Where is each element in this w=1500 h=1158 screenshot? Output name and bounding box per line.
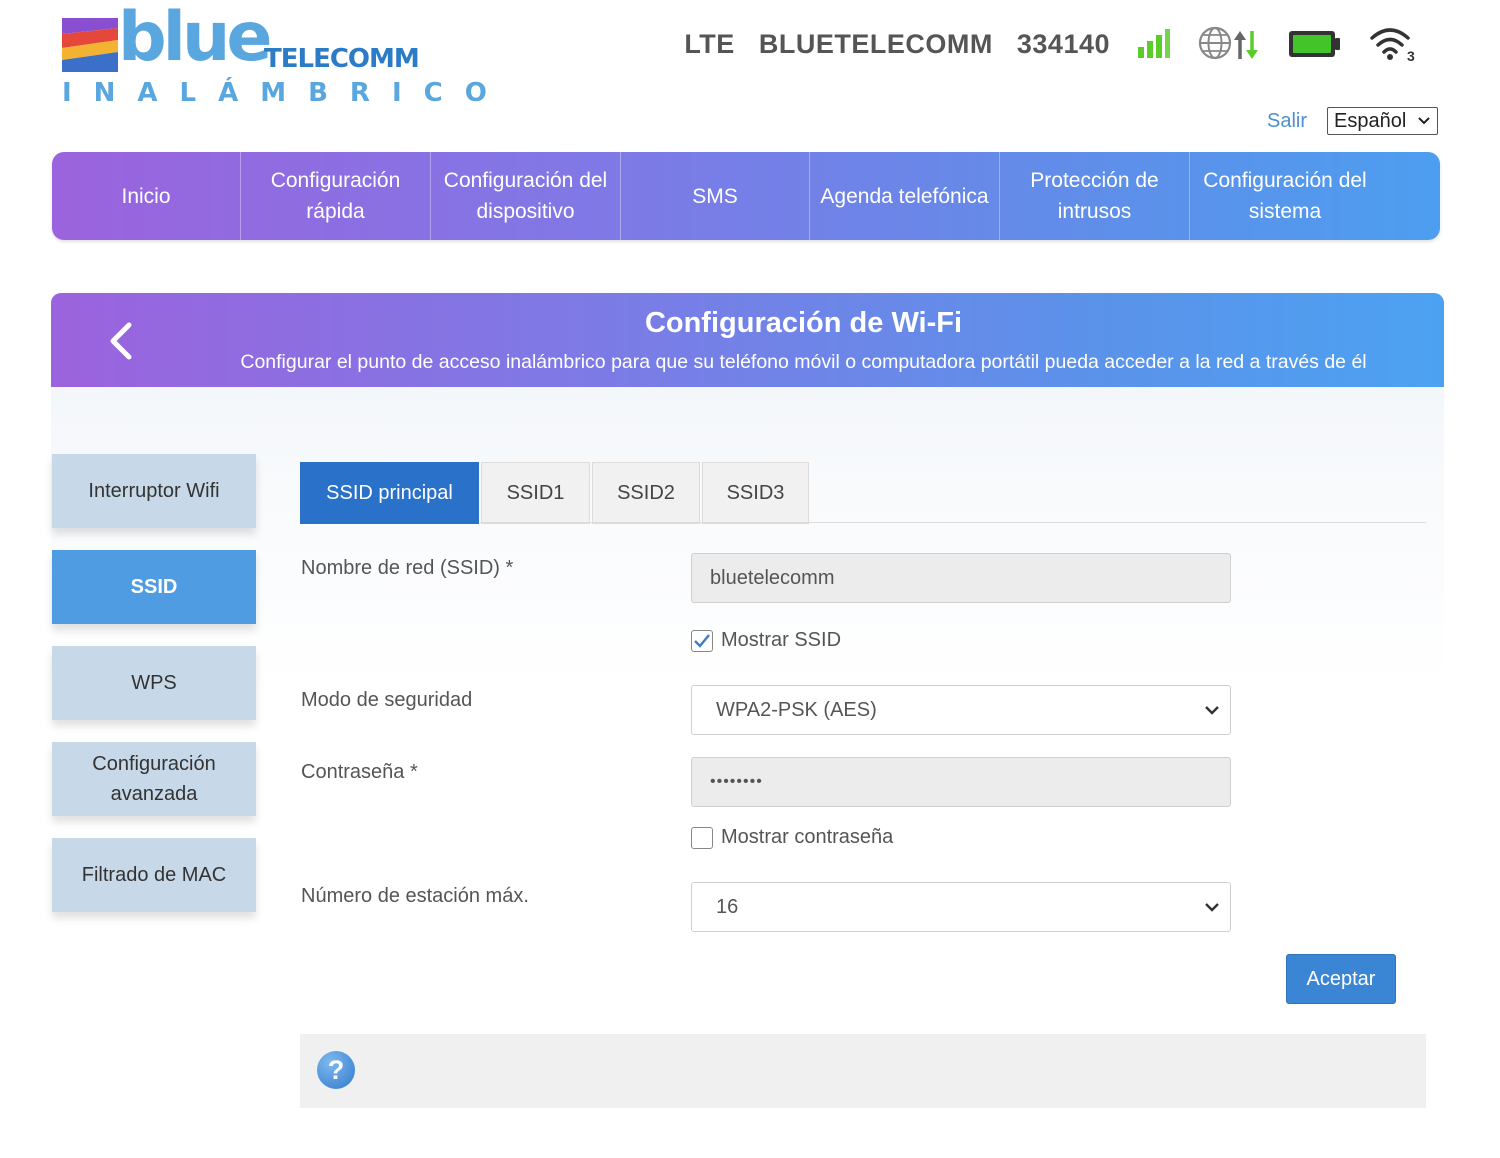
side-item-mac-filter[interactable]: Filtrado de MAC (52, 838, 256, 912)
signal-bars-icon (1136, 29, 1170, 59)
logo-tagline: INALÁMBRICO (62, 78, 509, 108)
ssid-field[interactable] (691, 553, 1231, 603)
ssid-input[interactable] (710, 566, 1230, 590)
security-mode-value: WPA2-PSK (AES) (716, 698, 877, 721)
chevron-down-icon (1418, 117, 1430, 125)
tab-ssid2[interactable]: SSID2 (592, 462, 700, 524)
top-links: Salir Español (1267, 107, 1438, 135)
nav-item-phonebook[interactable]: Agenda telefónica (810, 152, 1000, 240)
checkmark-icon (694, 633, 710, 648)
password-value: •••••••• (710, 773, 763, 790)
tab-ssid-main[interactable]: SSID principal (300, 462, 479, 524)
accept-button[interactable]: Aceptar (1286, 954, 1396, 1004)
carrier-info: LTE BLUETELECOMM 334140 (684, 29, 1110, 60)
show-ssid-checkbox[interactable] (691, 629, 713, 652)
side-item-wifi-switch[interactable]: Interruptor Wifi (52, 454, 256, 528)
battery-icon (1288, 29, 1342, 59)
operator-code: 334140 (1016, 28, 1110, 59)
page-subtitle: Configurar el punto de acceso inalámbric… (240, 351, 1367, 373)
main-nav: Inicio Configuración rápida Configuració… (52, 152, 1440, 240)
ssid-tabs: SSID principal SSID1 SSID2 SSID3 (300, 462, 811, 524)
max-station-select[interactable]: 16 (691, 882, 1231, 932)
password-field[interactable]: •••••••• (691, 757, 1231, 807)
show-ssid-row: Mostrar SSID (691, 629, 841, 652)
wifi-icon: 3 (1370, 26, 1416, 62)
page-title: Configuración de Wi-Fi (644, 307, 963, 339)
show-ssid-label: Mostrar SSID (721, 629, 842, 651)
password-label: Contraseña * (301, 761, 418, 783)
logo-telecomm: TELECOMM (264, 44, 420, 74)
operator-name: BLUETELECOMM (758, 28, 993, 59)
nav-item-intrusion-protection[interactable]: Protección de intrusos (1000, 152, 1190, 240)
logo-word: blue (118, 0, 273, 77)
tab-ssid3[interactable]: SSID3 (702, 462, 809, 524)
status-bar: LTE BLUETELECOMM 334140 3 (684, 24, 1416, 64)
page-banner: Configuración de Wi-Fi Configurar el pun… (51, 293, 1444, 387)
max-station-value: 16 (716, 895, 739, 918)
help-panel: ? (300, 1034, 1426, 1108)
logout-link[interactable]: Salir (1267, 110, 1307, 133)
logo-mark-icon (62, 18, 118, 72)
brand-logo: blue TELECOMM INALÁMBRICO (62, 4, 487, 114)
max-station-label: Número de estación máx. (301, 885, 529, 907)
help-icon[interactable]: ? (317, 1051, 355, 1089)
network-type: LTE (684, 28, 735, 59)
show-password-label: Mostrar contraseña (721, 826, 894, 848)
language-value: Español (1334, 109, 1407, 132)
nav-item-system-settings[interactable]: Configuración del sistema (1190, 152, 1380, 240)
globe-data-icon (1198, 26, 1260, 62)
chevron-down-icon (1205, 903, 1219, 912)
side-item-wps[interactable]: WPS (52, 646, 256, 720)
security-mode-label: Modo de seguridad (301, 689, 473, 711)
show-password-row: Mostrar contraseña (691, 826, 893, 849)
language-select[interactable]: Español (1327, 107, 1438, 135)
tabs-divider (480, 522, 1426, 523)
chevron-down-icon (1205, 706, 1219, 715)
nav-item-sms[interactable]: SMS (621, 152, 810, 240)
nav-item-device-settings[interactable]: Configuración del dispositivo (431, 152, 621, 240)
ssid-label: Nombre de red (SSID) * (301, 557, 514, 579)
tab-ssid1[interactable]: SSID1 (481, 462, 590, 524)
security-mode-select[interactable]: WPA2-PSK (AES) (691, 685, 1231, 735)
side-item-ssid[interactable]: SSID (52, 550, 256, 624)
show-password-checkbox[interactable] (691, 826, 713, 849)
nav-item-home[interactable]: Inicio (52, 152, 241, 240)
side-item-advanced[interactable]: Configuración avanzada (52, 742, 256, 816)
nav-item-quick-setup[interactable]: Configuración rápida (241, 152, 431, 240)
wifi-client-count: 3 (1407, 48, 1415, 62)
